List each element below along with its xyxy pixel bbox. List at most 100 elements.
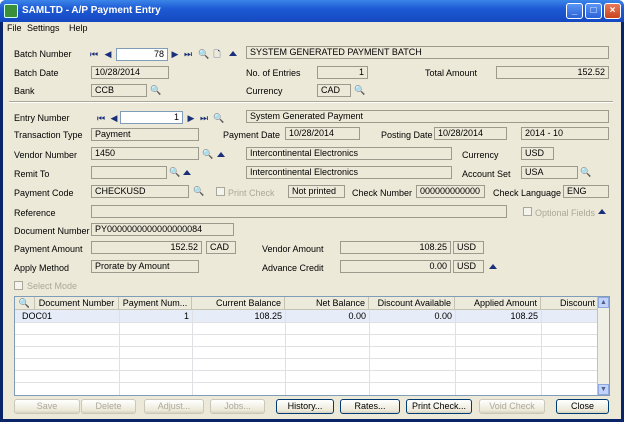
cell-net-balance: 0.00 (348, 311, 366, 321)
reference-field (91, 205, 507, 218)
apply-method-field: Prorate by Amount (91, 260, 199, 273)
prev-batch-icon[interactable]: ◀ (103, 49, 113, 59)
vendor-finder-icon[interactable]: 🔍 (202, 149, 213, 159)
cell-discount (541, 310, 599, 322)
column-payment-number[interactable]: Payment Num... (119, 297, 192, 310)
print-check-label: Print Check (228, 188, 275, 198)
menu-settings[interactable]: Settings (27, 23, 60, 33)
payment-code-finder-icon[interactable]: 🔍 (193, 186, 204, 196)
close-window-button[interactable]: × (604, 3, 621, 19)
close-button[interactable]: Close (556, 399, 609, 414)
table-row[interactable]: DOC01 1 108.25 0.00 0.00 108.25 (15, 310, 599, 322)
zoom-batch-icon[interactable] (229, 51, 237, 56)
print-check-button[interactable]: Print Check... (406, 399, 472, 414)
app-window: SAMLTD - A/P Payment Entry _ □ × File Se… (0, 0, 624, 422)
grid-line (15, 346, 599, 347)
check-number-label: Check Number (352, 188, 413, 198)
batch-currency-field: CAD (317, 84, 351, 97)
entry-finder-icon[interactable]: 🔍 (213, 113, 224, 123)
optional-fields-label: Optional Fields (535, 208, 596, 218)
jobs-button[interactable]: Jobs... (210, 399, 265, 414)
document-number-label: Document Number (14, 226, 90, 236)
first-batch-icon[interactable]: ⏮ (89, 49, 99, 59)
trans-type-label: Transaction Type (14, 130, 83, 140)
remit-finder-icon[interactable]: 🔍 (169, 167, 180, 177)
batch-date-label: Batch Date (14, 68, 59, 78)
cell-current-balance: 108.25 (254, 311, 282, 321)
grid-column-line (369, 310, 370, 395)
grid-column-line (541, 310, 542, 395)
entry-description: System Generated Payment (246, 110, 609, 123)
maximize-button[interactable]: □ (585, 3, 602, 19)
zoom-advance-credit-icon[interactable] (489, 264, 497, 269)
column-discount-available[interactable]: Discount Available (369, 297, 455, 310)
cell-document-number: DOC01 (22, 311, 53, 321)
select-mode-checkbox[interactable] (14, 281, 23, 290)
posting-date-label: Posting Date (381, 130, 433, 140)
reference-label: Reference (14, 208, 56, 218)
zoom-optional-fields-icon[interactable] (598, 209, 606, 214)
document-grid[interactable]: 🔍 Document Number Payment Num... Current… (14, 296, 610, 396)
check-language-label: Check Language (493, 188, 562, 198)
delete-button[interactable]: Delete (81, 399, 136, 414)
new-batch-icon[interactable]: 🗋 (212, 49, 222, 59)
scroll-up-icon[interactable]: ▲ (598, 297, 609, 308)
batch-number-field[interactable]: 78 (116, 48, 168, 61)
column-discount[interactable]: Discount (541, 297, 599, 310)
vendor-currency-field: USD (521, 147, 554, 160)
entry-number-field[interactable]: 1 (120, 111, 183, 124)
grid-finder-icon[interactable]: 🔍 (15, 297, 35, 310)
client-area: File Settings Help Batch Number ⏮ ◀ 78 ▶… (3, 22, 621, 419)
prev-entry-icon[interactable]: ◀ (109, 113, 119, 123)
print-check-checkbox[interactable] (216, 187, 225, 196)
scroll-down-icon[interactable]: ▼ (598, 384, 609, 395)
batch-currency-label: Currency (246, 86, 283, 96)
cell-payment-number: 1 (183, 311, 189, 321)
last-entry-icon[interactable]: ⏭ (199, 113, 209, 123)
total-amount-field: 152.52 (496, 66, 609, 79)
grid-vertical-scrollbar[interactable]: ▲ ▼ (597, 297, 609, 395)
apply-method-label: Apply Method (14, 263, 70, 273)
posting-date-field: 10/28/2014 (434, 127, 507, 140)
history-button[interactable]: History... (276, 399, 334, 414)
currency-finder-icon[interactable]: 🔍 (354, 85, 365, 95)
next-entry-icon[interactable]: ▶ (186, 113, 196, 123)
column-net-balance[interactable]: Net Balance (285, 297, 369, 310)
menu-file[interactable]: File (7, 23, 22, 33)
void-check-button[interactable]: Void Check (479, 399, 545, 414)
next-batch-icon[interactable]: ▶ (170, 49, 180, 59)
adjust-button[interactable]: Adjust... (144, 399, 204, 414)
save-button[interactable]: Save (14, 399, 80, 414)
minimize-button[interactable]: _ (566, 3, 583, 19)
vendor-number-label: Vendor Number (14, 150, 78, 160)
payment-code-field: CHECKUSD (91, 185, 189, 198)
bank-finder-icon[interactable]: 🔍 (150, 85, 161, 95)
account-set-finder-icon[interactable]: 🔍 (580, 167, 591, 177)
grid-line (15, 370, 599, 371)
entries-label: No. of Entries (246, 68, 301, 78)
remit-name-field: Intercontinental Electronics (246, 166, 452, 179)
menu-bar: File Settings Help (3, 22, 621, 36)
grid-line (15, 322, 599, 323)
app-icon (4, 4, 18, 18)
cell-applied-amount: 108.25 (510, 311, 538, 321)
rates-button[interactable]: Rates... (340, 399, 400, 414)
column-document-number[interactable]: Document Number (35, 297, 119, 310)
zoom-vendor-icon[interactable] (217, 152, 225, 157)
total-amount-label: Total Amount (425, 68, 478, 78)
batch-finder-icon[interactable]: 🔍 (198, 49, 209, 59)
last-batch-icon[interactable]: ⏭ (183, 49, 193, 59)
payment-currency-field: CAD (206, 241, 236, 254)
column-applied-amount[interactable]: Applied Amount (455, 297, 541, 310)
fiscal-period-field: 2014 - 10 (521, 127, 609, 140)
first-entry-icon[interactable]: ⏮ (96, 113, 106, 123)
zoom-remit-icon[interactable] (183, 170, 191, 175)
payment-code-label: Payment Code (14, 188, 74, 198)
vendor-number-field: 1450 (91, 147, 199, 160)
menu-help[interactable]: Help (69, 23, 88, 33)
optional-fields-checkbox[interactable] (523, 207, 532, 216)
entries-field: 1 (317, 66, 368, 79)
column-current-balance[interactable]: Current Balance (192, 297, 285, 310)
check-language-field: ENG (563, 185, 609, 198)
advance-credit-field: 0.00 (340, 260, 451, 273)
